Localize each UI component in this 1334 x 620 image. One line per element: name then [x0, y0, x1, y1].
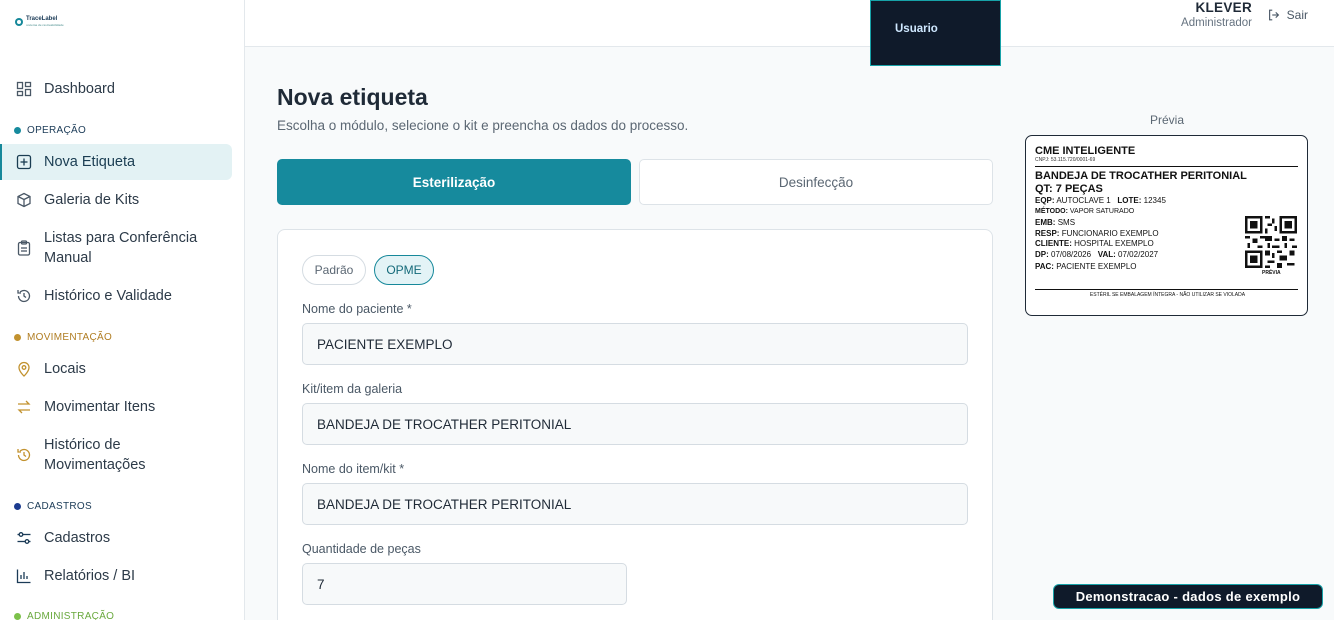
- sidebar-item-galeria-kits[interactable]: Galeria de Kits: [0, 190, 232, 210]
- label-header: CME INTELIGENTE: [1035, 145, 1136, 157]
- bar-chart-icon: [16, 569, 31, 584]
- label-kit-name: BANDEJA DE TROCATHER PERITONIAL: [1035, 170, 1247, 182]
- label-emb: EMB: SMS: [1035, 218, 1076, 227]
- brand-logo[interactable]: TraceLabel sistema de rastreabilidade: [15, 16, 64, 28]
- preview-title: Prévia: [1150, 113, 1185, 127]
- qr-code-icon: [1245, 216, 1297, 268]
- sidebar-item-movimentar-itens[interactable]: Movimentar Itens: [0, 397, 232, 417]
- sidebar: TraceLabel sistema de rastreabilidade Das…: [0, 0, 245, 620]
- logout-icon: [1268, 9, 1279, 21]
- user-role: Administrador: [1181, 17, 1252, 29]
- sidebar-item-label: Locais: [44, 361, 86, 377]
- sidebar-item-label: Manual: [44, 250, 92, 266]
- user-menu[interactable]: KLEVER Administrador: [1181, 0, 1252, 29]
- sidebar-item-locais[interactable]: Locais: [0, 359, 232, 379]
- section-operacao: OPERAÇÃO: [14, 125, 86, 136]
- sidebar-item-cadastros[interactable]: Cadastros: [0, 528, 232, 548]
- label-divider: [1035, 166, 1298, 167]
- sidebar-item-label: Listas para Conferência: [44, 230, 198, 246]
- logo-icon: [15, 18, 23, 26]
- section-dot: [14, 334, 21, 341]
- clipboard-icon: [17, 240, 31, 256]
- patient-name-label: Nome do paciente *: [302, 302, 412, 316]
- sidebar-item-relatorios[interactable]: Relatórios / BI: [0, 566, 232, 586]
- mode-opme-button[interactable]: OPME: [374, 255, 434, 285]
- label-resp: RESP: FUNCIONARIO EXEMPLO: [1035, 229, 1159, 238]
- tab-esterilizacao[interactable]: Esterilização: [277, 159, 631, 205]
- sidebar-item-historico-movimentacoes[interactable]: Histórico de Movimentações: [0, 435, 232, 475]
- kit-gallery-label: Kit/item da galeria: [302, 382, 403, 396]
- tab-desinfeccao[interactable]: Desinfecção: [639, 159, 993, 205]
- page-subtitle: Escolha o módulo, selecione o kit e pree…: [277, 118, 689, 133]
- logout-button[interactable]: Sair: [1267, 8, 1308, 22]
- mode-padrao-button[interactable]: Padrão: [302, 255, 366, 285]
- section-movimentacao: MOVIMENTAÇÃO: [14, 332, 112, 343]
- section-label: CADASTROS: [27, 501, 92, 512]
- kit-gallery-select[interactable]: BANDEJA DE TROCATHER PERITONIAL: [302, 403, 968, 445]
- sidebar-item-label: Histórico de: [44, 437, 121, 453]
- sidebar-item-label: Dashboard: [44, 81, 115, 97]
- label-cnpj: CNPJ: 53.115.720/0001-69: [1035, 157, 1096, 163]
- demo-badge: Demonstracao - dados de exemplo: [1053, 584, 1323, 609]
- sidebar-item-label: Relatórios / BI: [44, 568, 136, 584]
- label-metodo: MÉTODO: VAPOR SATURADO: [1035, 208, 1135, 215]
- item-name-label: Nome do item/kit *: [302, 462, 405, 476]
- user-tooltip: Usuario: [870, 0, 1001, 66]
- label-cliente: CLIENTE: HOSPITAL EXEMPLO: [1035, 239, 1154, 248]
- label-dates: DP: 07/08/2026 VAL: 07/02/2027: [1035, 250, 1159, 259]
- sidebar-item-label: Histórico e Validade: [44, 288, 172, 304]
- arrows-swap-icon: [17, 400, 31, 414]
- section-dot: [14, 127, 21, 134]
- map-pin-icon: [18, 361, 30, 377]
- label-divider: [1035, 289, 1298, 290]
- quantity-input[interactable]: 7: [302, 563, 627, 605]
- user-name: KLEVER: [1195, 0, 1252, 15]
- label-preview: CME INTELIGENTE CNPJ: 53.115.720/0001-69…: [1025, 135, 1308, 316]
- sidebar-item-nova-etiqueta[interactable]: Nova Etiqueta: [0, 144, 232, 180]
- item-name-input[interactable]: BANDEJA DE TROCATHER PERITONIAL: [302, 483, 968, 525]
- history-icon: [17, 448, 31, 462]
- plus-square-icon: [16, 154, 32, 170]
- section-cadastros: CADASTROS: [14, 501, 92, 512]
- quantity-label: Quantidade de peças: [302, 542, 421, 556]
- section-label: ADMINISTRAÇÃO: [27, 611, 115, 620]
- sidebar-item-label: Movimentações: [44, 457, 146, 473]
- grid-icon: [16, 81, 32, 97]
- sidebar-item-label: Cadastros: [44, 530, 111, 546]
- form-card: Padrão OPME Nome do paciente * PACIENTE …: [277, 229, 993, 620]
- qr-caption: PRÉVIA: [1262, 270, 1281, 276]
- label-paciente: PAC: PACIENTE EXEMPLO: [1035, 262, 1137, 271]
- brand-tagline: sistema de rastreabilidade: [26, 23, 64, 27]
- page-title: Nova etiqueta: [277, 84, 428, 110]
- history-icon: [17, 289, 31, 303]
- sidebar-item-dashboard[interactable]: Dashboard: [0, 79, 232, 99]
- sidebar-item-label: Nova Etiqueta: [44, 154, 136, 170]
- section-dot: [14, 503, 21, 510]
- label-eqp-lote: EQP: AUTOCLAVE 1 LOTE: 12345: [1035, 196, 1166, 205]
- sliders-icon: [17, 532, 31, 544]
- section-administracao: ADMINISTRAÇÃO: [14, 611, 114, 620]
- box-icon: [17, 192, 31, 208]
- logout-label: Sair: [1286, 8, 1308, 22]
- topbar: KLEVER Administrador Sair: [245, 0, 1334, 47]
- sidebar-item-listas-conferencia[interactable]: Listas para Conferência Manual: [0, 228, 232, 268]
- sidebar-item-label: Movimentar Itens: [44, 399, 156, 415]
- sidebar-item-label: Galeria de Kits: [44, 192, 140, 208]
- label-quantity: QT: 7 PEÇAS: [1035, 183, 1103, 195]
- sidebar-item-historico-validade[interactable]: Histórico e Validade: [0, 286, 232, 306]
- label-footer: ESTÉRIL SE EMBALAGEM ÍNTEGRA - NÃO UTILI…: [1089, 292, 1246, 298]
- patient-name-input[interactable]: PACIENTE EXEMPLO: [302, 323, 968, 365]
- section-label: OPERAÇÃO: [27, 125, 87, 136]
- section-dot: [14, 613, 21, 620]
- section-label: MOVIMENTAÇÃO: [27, 332, 113, 343]
